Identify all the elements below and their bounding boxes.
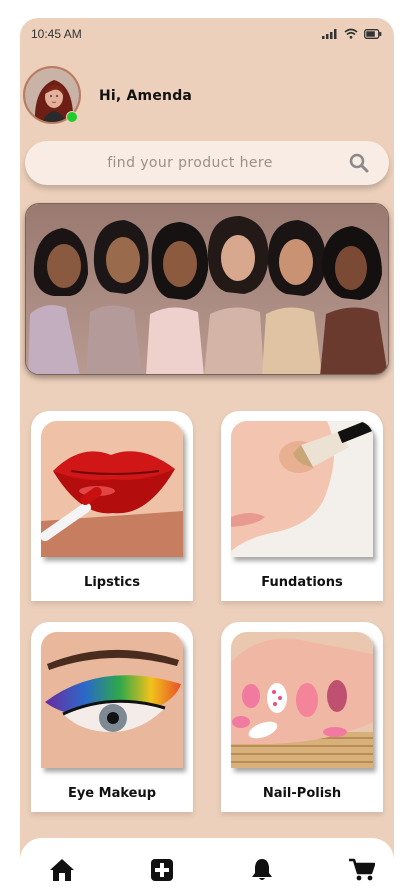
cart-icon — [349, 858, 375, 881]
nav-add[interactable] — [148, 856, 176, 884]
search-icon[interactable] — [349, 153, 369, 173]
search-input[interactable]: find your product here — [25, 155, 355, 171]
status-icons — [322, 28, 382, 39]
nail-polish-image — [231, 632, 373, 768]
category-card-fundations[interactable]: Fundations — [221, 411, 383, 601]
banner-image — [26, 204, 388, 374]
category-label: Eye Makeup — [67, 786, 157, 801]
signal-icon — [322, 29, 337, 39]
category-card-nail-polish[interactable]: Nail-Polish — [221, 622, 383, 812]
foundation-image — [231, 421, 373, 557]
bell-icon — [252, 859, 272, 880]
category-card-eye-makeup[interactable]: Eye Makeup — [31, 622, 193, 812]
wifi-icon — [344, 28, 358, 39]
bottom-nav — [20, 838, 394, 896]
category-label: Nail-Polish — [262, 786, 342, 801]
status-time: 10:45 AM — [31, 27, 82, 41]
nav-notifications[interactable] — [248, 856, 276, 884]
category-label: Lipstics — [84, 575, 140, 590]
add-icon — [151, 859, 173, 881]
search-bar[interactable]: find your product here — [25, 141, 389, 185]
status-bar: 10:45 AM — [20, 18, 394, 52]
nav-cart[interactable] — [348, 856, 376, 884]
online-status-dot — [66, 111, 78, 123]
greeting: Hi, Amenda — [99, 88, 193, 104]
home-icon — [50, 859, 74, 881]
app-screen: 10:45 AM Hi, Amenda find your product he… — [20, 18, 394, 896]
lipstick-image — [41, 421, 183, 557]
promo-banner[interactable] — [25, 203, 389, 375]
nav-home[interactable] — [48, 856, 76, 884]
category-label: Fundations — [261, 575, 343, 590]
eye-makeup-image — [41, 632, 183, 768]
category-card-lipstics[interactable]: Lipstics — [31, 411, 193, 601]
battery-icon — [364, 29, 382, 39]
